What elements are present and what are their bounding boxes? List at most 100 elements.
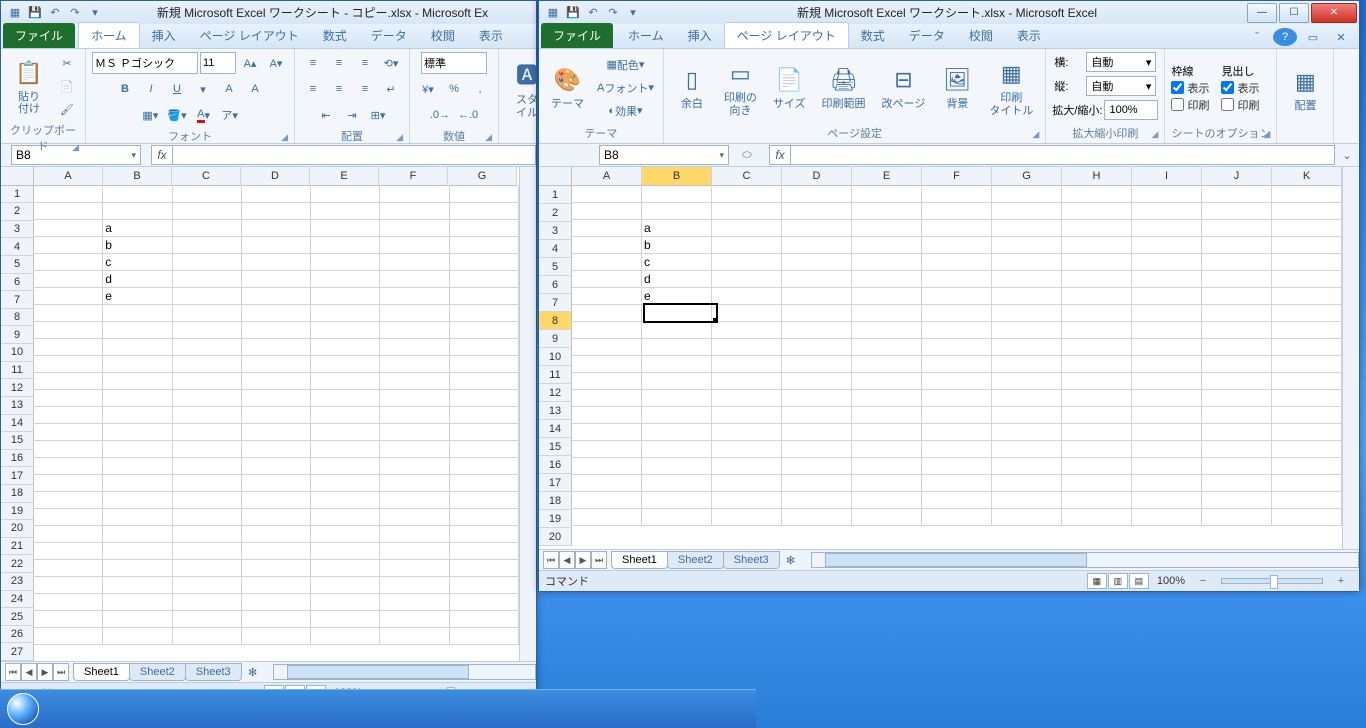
cell[interactable]	[852, 372, 922, 390]
tab-review[interactable]: 校閲	[419, 23, 467, 48]
cell[interactable]	[1272, 202, 1342, 220]
cell[interactable]	[852, 406, 922, 424]
cell[interactable]	[380, 185, 449, 203]
row-header[interactable]: 7	[1, 291, 34, 309]
cell[interactable]	[242, 576, 311, 594]
chevron-down-icon[interactable]: ▾	[131, 150, 136, 161]
row-header[interactable]: 12	[539, 384, 572, 402]
cell[interactable]	[1272, 321, 1342, 339]
merge-button[interactable]: ⊞▾	[366, 104, 390, 126]
cell[interactable]	[1132, 508, 1202, 526]
cell[interactable]	[380, 491, 449, 509]
tab-home[interactable]: ホーム	[616, 23, 676, 48]
cell[interactable]	[992, 406, 1062, 424]
column-header[interactable]: I	[1132, 167, 1202, 186]
cell[interactable]	[572, 406, 642, 424]
cell[interactable]	[173, 559, 242, 577]
cell[interactable]	[242, 219, 311, 237]
cell[interactable]	[450, 389, 519, 407]
cell[interactable]	[852, 236, 922, 254]
dialog-launcher-icon[interactable]: ◢	[72, 142, 79, 153]
fonts-button[interactable]: A フォント ▾	[594, 77, 657, 99]
column-header[interactable]: F	[922, 167, 992, 186]
dialog-launcher-icon[interactable]: ◢	[1264, 129, 1271, 140]
row-header[interactable]: 27	[1, 643, 34, 661]
cell[interactable]	[242, 508, 311, 526]
cell[interactable]	[450, 576, 519, 594]
select-all-corner[interactable]	[1, 167, 34, 186]
sheet-nav-next[interactable]: ▶	[37, 663, 53, 681]
cell[interactable]	[1062, 321, 1132, 339]
cell[interactable]	[311, 508, 380, 526]
cell[interactable]	[311, 202, 380, 220]
cell[interactable]	[450, 525, 519, 543]
tab-review[interactable]: 校閲	[957, 23, 1005, 48]
cell[interactable]	[103, 338, 172, 356]
qat-more-icon[interactable]: ▾	[87, 5, 103, 21]
cell[interactable]	[103, 355, 172, 373]
cell[interactable]	[34, 406, 103, 424]
cell[interactable]	[922, 185, 992, 203]
column-header[interactable]: E	[852, 167, 922, 186]
cell[interactable]	[450, 559, 519, 577]
cell[interactable]	[1202, 287, 1272, 305]
cell[interactable]	[1272, 372, 1342, 390]
cell[interactable]	[992, 508, 1062, 526]
cell[interactable]	[712, 508, 782, 526]
sheet-nav-next[interactable]: ▶	[575, 551, 591, 569]
cell[interactable]	[782, 372, 852, 390]
font-name-input[interactable]	[92, 52, 198, 74]
cell[interactable]	[642, 304, 712, 322]
tab-insert[interactable]: 挿入	[140, 23, 188, 48]
cell[interactable]	[922, 406, 992, 424]
column-header[interactable]: B	[103, 167, 172, 186]
cell[interactable]	[311, 185, 380, 203]
align-bottom-button[interactable]: ≡	[353, 52, 377, 74]
cell[interactable]	[852, 389, 922, 407]
tab-formulas[interactable]: 数式	[311, 23, 359, 48]
cell[interactable]	[1062, 474, 1132, 492]
windows-taskbar[interactable]	[0, 689, 756, 728]
cell[interactable]	[173, 457, 242, 475]
cell[interactable]	[1272, 355, 1342, 373]
increase-decimal-button[interactable]: .0→	[427, 104, 453, 126]
cell[interactable]	[1202, 423, 1272, 441]
background-button[interactable]: 🖼背景	[935, 62, 979, 112]
cell[interactable]	[242, 423, 311, 441]
cell[interactable]	[642, 389, 712, 407]
cell[interactable]	[311, 474, 380, 492]
cell[interactable]	[992, 270, 1062, 288]
cell[interactable]	[450, 457, 519, 475]
row-header[interactable]: 9	[539, 330, 572, 348]
cell[interactable]	[380, 610, 449, 628]
cell[interactable]	[311, 542, 380, 560]
cell[interactable]	[1132, 491, 1202, 509]
printtitles-button[interactable]: ▦印刷 タイトル	[983, 56, 1039, 118]
cell[interactable]: e	[642, 287, 712, 305]
themes-button[interactable]: 🎨テーマ	[545, 62, 590, 112]
cell[interactable]	[311, 372, 380, 390]
cell[interactable]	[34, 423, 103, 441]
cell[interactable]	[34, 270, 103, 288]
cell[interactable]	[380, 236, 449, 254]
cell[interactable]	[311, 491, 380, 509]
tab-data[interactable]: データ	[897, 23, 957, 48]
cell[interactable]	[782, 355, 852, 373]
cell[interactable]	[992, 389, 1062, 407]
cell[interactable]	[1132, 423, 1202, 441]
cell[interactable]	[852, 253, 922, 271]
border-button[interactable]: ▦▾	[138, 104, 162, 126]
width-select[interactable]: 自動▾	[1086, 52, 1156, 72]
cell[interactable]	[712, 440, 782, 458]
cell[interactable]	[103, 559, 172, 577]
row-header[interactable]: 15	[539, 438, 572, 456]
cell[interactable]	[380, 542, 449, 560]
cell[interactable]	[34, 236, 103, 254]
cell[interactable]	[450, 185, 519, 203]
sheet-tab[interactable]: Sheet1	[73, 663, 130, 681]
align-center-button[interactable]: ≡	[327, 78, 351, 100]
cell[interactable]	[242, 304, 311, 322]
cell[interactable]	[782, 440, 852, 458]
cell[interactable]	[712, 474, 782, 492]
cell[interactable]	[1202, 440, 1272, 458]
